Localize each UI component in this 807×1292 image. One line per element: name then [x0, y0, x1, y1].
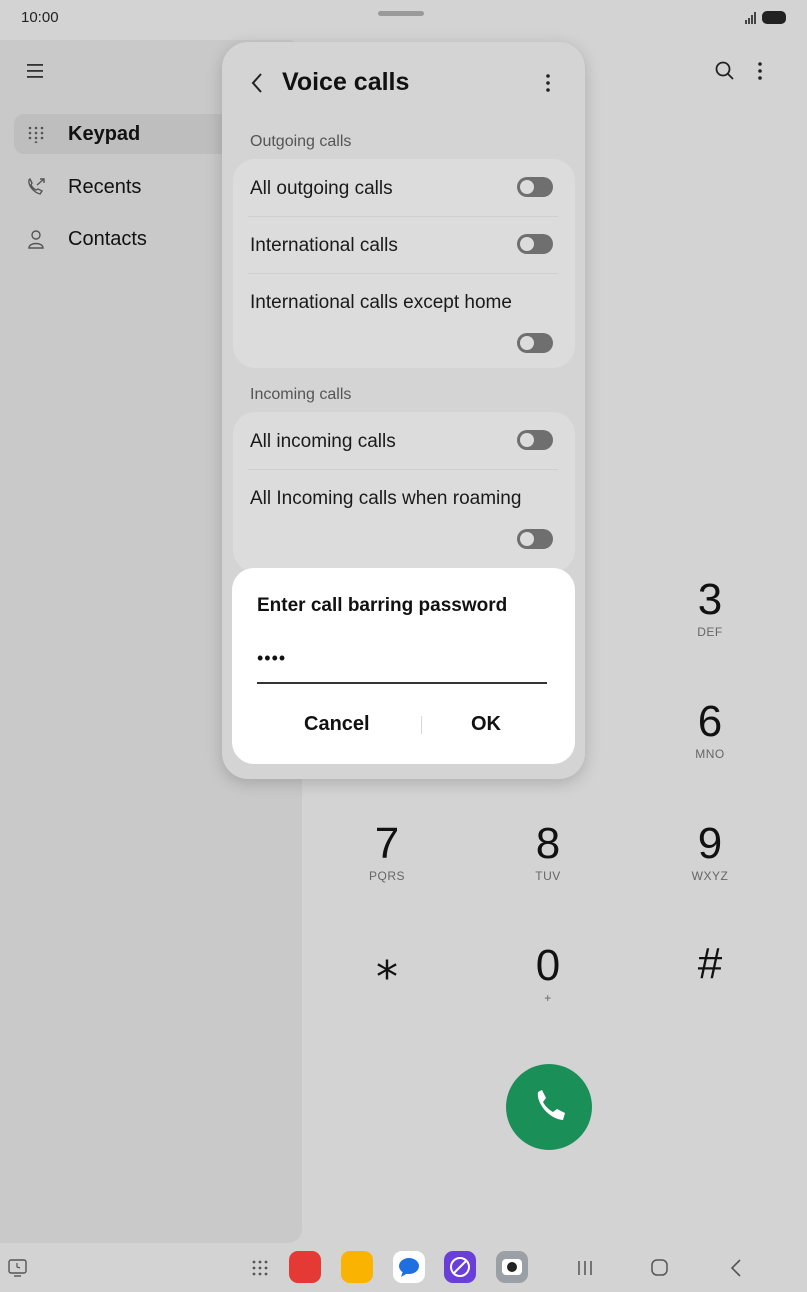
- sidebar-item-contacts[interactable]: Contacts: [14, 219, 254, 259]
- recents-phone-icon: [14, 177, 58, 197]
- divider: [248, 216, 558, 217]
- cancel-button[interactable]: Cancel: [304, 713, 370, 736]
- key-digit: 8: [535, 819, 561, 868]
- back-arrow-icon[interactable]: [250, 72, 264, 94]
- key-digit: #: [697, 939, 723, 988]
- dialog-title: Enter call barring password: [257, 595, 508, 616]
- key-hash[interactable]: #: [670, 941, 750, 989]
- key-letters: PQRS: [368, 869, 405, 883]
- toggle-international[interactable]: [517, 234, 553, 254]
- key-digit: ⁎: [376, 939, 398, 988]
- key-digit: 9: [697, 819, 723, 868]
- more-options-icon[interactable]: [752, 60, 768, 82]
- person-icon: [14, 229, 58, 249]
- toggle-incoming-roaming[interactable]: [517, 529, 553, 549]
- key-digit: 3: [697, 575, 723, 624]
- notes-app-icon[interactable]: [289, 1251, 321, 1283]
- key-letters: WXYZ: [691, 869, 729, 883]
- key-0[interactable]: 0 +: [508, 941, 588, 1006]
- key-3[interactable]: 3 DEF: [670, 575, 750, 640]
- key-digit: 6: [697, 697, 723, 746]
- input-underline: [257, 682, 547, 684]
- recent-apps-icon[interactable]: [576, 1259, 594, 1277]
- key-7[interactable]: 7 PQRS: [347, 819, 427, 884]
- section-incoming: Incoming calls: [250, 386, 352, 403]
- browser-app-icon[interactable]: [444, 1251, 476, 1283]
- row-international-except-home[interactable]: International calls except home: [250, 292, 512, 314]
- key-9[interactable]: 9 WXYZ: [670, 819, 750, 884]
- status-time: 10:00: [21, 9, 59, 26]
- menu-icon[interactable]: [26, 62, 46, 80]
- screen-recorder-icon[interactable]: [8, 1258, 28, 1278]
- sidebar-item-label: Keypad: [68, 122, 141, 145]
- phone-icon: [537, 1090, 565, 1120]
- sidebar-item-label: Contacts: [68, 227, 147, 250]
- home-icon[interactable]: [650, 1258, 670, 1278]
- toggle-international-except-home[interactable]: [517, 333, 553, 353]
- sidebar-item-keypad[interactable]: Keypad: [14, 114, 254, 154]
- row-all-outgoing[interactable]: All outgoing calls: [250, 178, 393, 200]
- key-star[interactable]: ⁎: [347, 941, 427, 989]
- toggle-all-outgoing[interactable]: [517, 177, 553, 197]
- call-button[interactable]: [506, 1064, 592, 1150]
- row-incoming-roaming[interactable]: All Incoming calls when roaming: [250, 488, 521, 510]
- ok-button[interactable]: OK: [471, 713, 501, 736]
- panel-more-icon[interactable]: [540, 72, 556, 94]
- row-all-incoming[interactable]: All incoming calls: [250, 431, 396, 453]
- key-letters: +: [544, 991, 552, 1005]
- button-separator: [421, 716, 422, 734]
- key-6[interactable]: 6 MNO: [670, 697, 750, 762]
- drag-handle[interactable]: [378, 11, 424, 16]
- sidebar-item-label: Recents: [68, 175, 142, 198]
- back-icon[interactable]: [728, 1258, 744, 1278]
- key-8[interactable]: 8 TUV: [508, 819, 588, 884]
- key-digit: 7: [374, 819, 400, 868]
- search-icon[interactable]: [714, 60, 736, 82]
- page-title: Voice calls: [282, 68, 410, 96]
- divider: [248, 273, 558, 274]
- messages-app-icon[interactable]: [393, 1251, 425, 1283]
- row-international[interactable]: International calls: [250, 235, 398, 257]
- section-outgoing: Outgoing calls: [250, 133, 352, 150]
- battery-icon: [762, 11, 786, 24]
- key-digit: 0: [535, 941, 561, 990]
- divider: [248, 469, 558, 470]
- dialpad-icon: [14, 125, 58, 143]
- toggle-all-incoming[interactable]: [517, 430, 553, 450]
- files-app-icon[interactable]: [341, 1251, 373, 1283]
- password-input[interactable]: ••••: [257, 648, 286, 669]
- camera-app-icon[interactable]: [496, 1251, 528, 1283]
- key-letters: DEF: [697, 625, 723, 639]
- app-drawer-icon[interactable]: [251, 1259, 269, 1277]
- key-letters: MNO: [695, 747, 725, 761]
- key-letters: TUV: [535, 869, 561, 883]
- sidebar-item-recents[interactable]: Recents: [14, 167, 254, 207]
- signal-icon: [745, 12, 756, 24]
